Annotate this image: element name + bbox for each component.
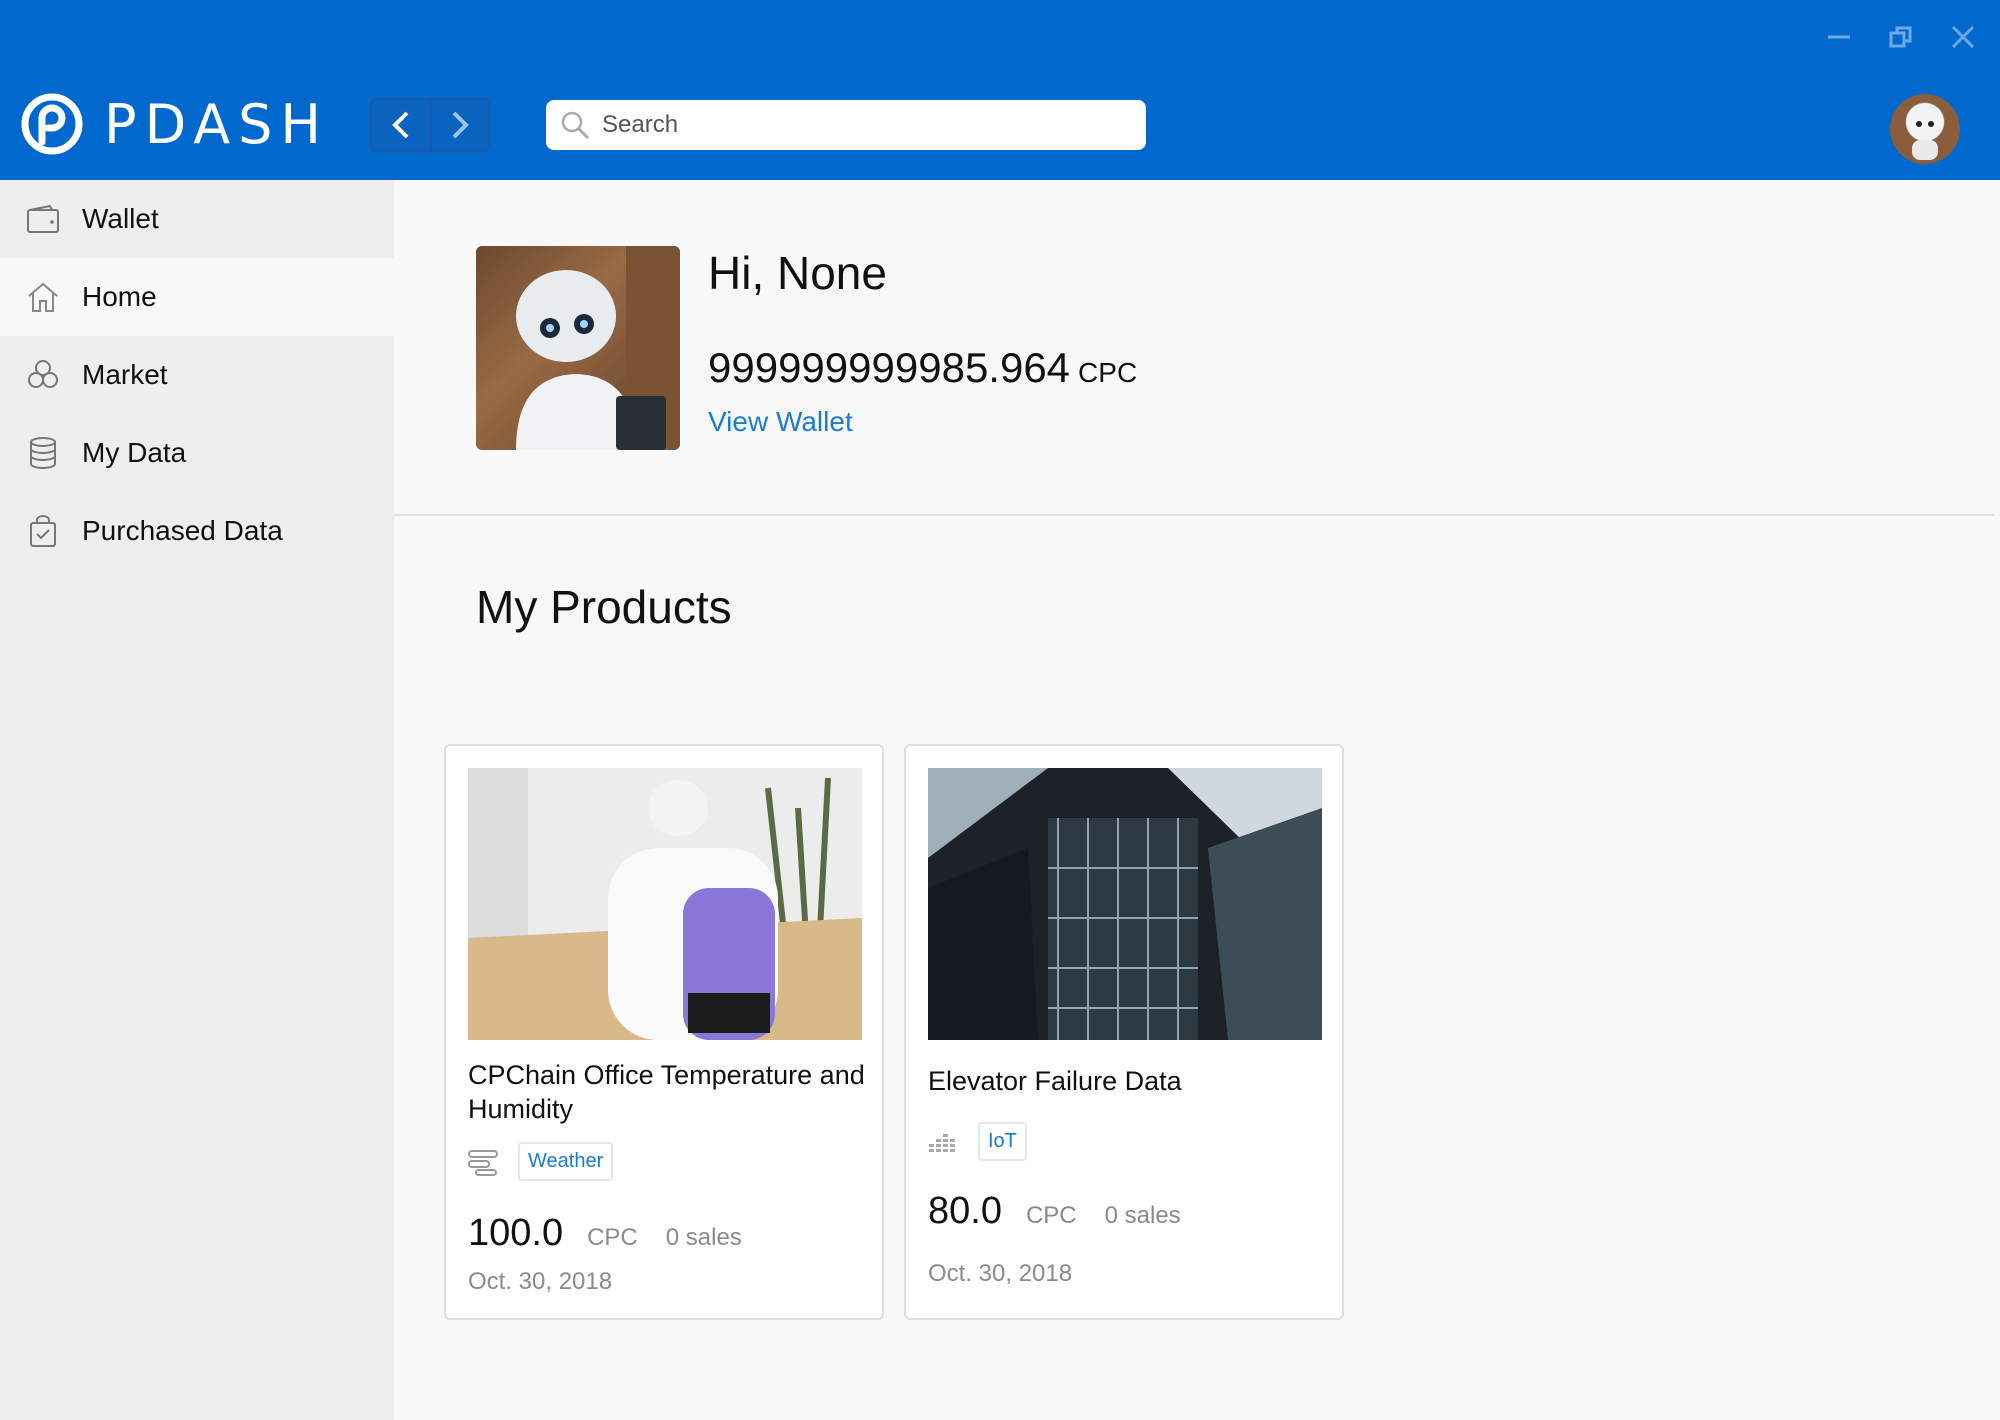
sidebar: Wallet Home Market My Data Purchased Dat… [0, 180, 394, 1420]
sidebar-item-home[interactable]: Home [0, 258, 394, 336]
price-unit: CPC [1025, 1202, 1077, 1229]
price-row: 80.0 CPC 0 sales [928, 1190, 1181, 1233]
sidebar-item-label: Market [82, 359, 168, 390]
product-price: 100.0 [468, 1212, 564, 1254]
user-avatar[interactable] [1890, 94, 1960, 164]
restore-icon[interactable] [1884, 20, 1918, 54]
window-controls [1822, 20, 1980, 54]
product-title: CPChain Office Temperature and Humidity [468, 1060, 865, 1124]
market-icon [26, 358, 60, 392]
wallet-icon [26, 202, 60, 236]
forward-arrow-icon[interactable] [430, 100, 488, 150]
app-brand: PDASH [104, 92, 330, 156]
title-bar: PDASH [0, 0, 2000, 180]
sliders-icon [468, 1149, 498, 1176]
database-icon [26, 436, 60, 470]
product-price: 80.0 [928, 1190, 1002, 1232]
search-input[interactable] [602, 111, 1122, 139]
sidebar-item-market[interactable]: Market [0, 336, 394, 414]
category-tag[interactable]: IoT [978, 1122, 1027, 1161]
purchased-bag-icon [26, 514, 60, 548]
greeting: Hi, None [708, 247, 887, 299]
product-image [928, 768, 1322, 1040]
history-nav [370, 98, 490, 152]
close-icon[interactable] [1946, 20, 1980, 54]
sidebar-item-label: Purchased Data [82, 515, 283, 546]
product-title: Elevator Failure Data [928, 1066, 1182, 1096]
search-box[interactable] [546, 100, 1146, 150]
sales-count: 0 sales [665, 1224, 742, 1251]
sidebar-item-label: Home [82, 281, 157, 312]
product-image [468, 768, 862, 1040]
price-unit: CPC [587, 1224, 638, 1251]
wallet-balance: 999999999985.964 CPC [708, 344, 1137, 392]
sidebar-item-purchased-data[interactable]: Purchased Data [0, 492, 394, 570]
sidebar-item-my-data[interactable]: My Data [0, 414, 394, 492]
main-content: Hi, None 999999999985.964 CPC View Wallet… [394, 180, 1994, 1420]
back-arrow-icon[interactable] [372, 100, 430, 150]
pdash-logo-icon [21, 93, 83, 155]
product-card[interactable]: Elevator Failure Data IoT 80.0 CPC 0 sal… [904, 744, 1344, 1320]
equalizer-icon [929, 1133, 955, 1152]
product-date: Oct. 30, 2018 [928, 1260, 1073, 1287]
search-icon [561, 111, 590, 140]
app-logo[interactable]: PDASH [20, 92, 329, 156]
product-card[interactable]: CPChain Office Temperature and Humidity … [444, 744, 884, 1320]
my-products-title: My Products [476, 581, 732, 633]
view-wallet-link[interactable]: View Wallet [708, 406, 853, 438]
sidebar-item-label: My Data [82, 437, 187, 468]
section-divider [394, 514, 1994, 516]
sidebar-item-wallet[interactable]: Wallet [0, 180, 394, 258]
product-date: Oct. 30, 2018 [468, 1268, 613, 1295]
profile-photo [476, 246, 680, 450]
balance-unit: CPC [1078, 357, 1138, 388]
balance-amount: 999999999985.964 [708, 344, 1071, 391]
tag-row: Weather [468, 1142, 614, 1181]
price-row: 100.0 CPC 0 sales [468, 1212, 742, 1255]
sales-count: 0 sales [1104, 1202, 1181, 1229]
category-tag[interactable]: Weather [518, 1142, 614, 1181]
minimize-icon[interactable] [1822, 20, 1856, 54]
home-icon [26, 280, 60, 314]
tag-row: IoT [928, 1122, 1027, 1161]
sidebar-item-label: Wallet [82, 203, 159, 234]
